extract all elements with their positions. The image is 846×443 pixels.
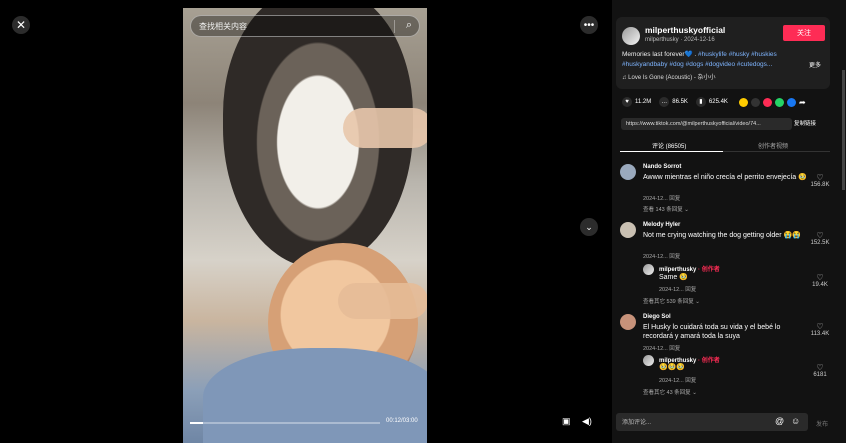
creator-badge: · 创作者	[696, 358, 720, 364]
ellipsis-icon: •••	[583, 19, 595, 31]
video-link[interactable]: https://www.tiktok.com/@milperthuskyoffi…	[621, 118, 792, 130]
emoji-icon[interactable]: ☺	[791, 417, 800, 426]
chevron-down-icon: ⌄	[585, 221, 593, 232]
likes-count: 11.2M	[635, 99, 652, 105]
comment-like[interactable]: ♡ 113.4K	[808, 322, 832, 338]
embed-icon[interactable]	[750, 97, 760, 107]
volume-icon[interactable]: ◀︎)	[582, 416, 594, 428]
search-input[interactable]: 查找相关内容	[199, 21, 247, 32]
avatar[interactable]	[643, 264, 654, 275]
close-icon: ✕	[15, 18, 27, 32]
engagement-stats: ♥ 11.2M … 86.5K ▮ 625.4K ➦	[622, 96, 806, 108]
like-count: 19.4K	[812, 282, 828, 288]
comment-author[interactable]: Nando Sorrot	[643, 164, 681, 170]
heart-icon[interactable]: ♥	[622, 97, 632, 107]
avatar[interactable]	[620, 314, 636, 330]
comment-meta[interactable]: 2024-12... 回复	[643, 344, 680, 352]
reply-text: Same 🥹	[659, 274, 688, 281]
description-text: Memories last forever💙 .	[622, 51, 699, 58]
music-track[interactable]: ♫ Love Is Gone (Acoustic) - 杂小小	[622, 72, 716, 81]
copy-link-button[interactable]: 复制链接	[794, 118, 824, 130]
comment-author[interactable]: Diego Sol	[643, 314, 671, 320]
reply-author[interactable]: milperthusky · 创作者	[659, 264, 720, 273]
tab-creator-videos[interactable]: 创作者视频	[758, 141, 788, 150]
comment-meta[interactable]: 2024-12... 回复	[643, 194, 680, 202]
reply-text: 🥹🥹🥹	[659, 364, 686, 371]
comments-count: 86.5K	[672, 99, 688, 105]
post-button[interactable]: 发布	[816, 419, 828, 428]
creator-badge: · 创作者	[696, 267, 720, 273]
video-description: Memories last forever💙 . #huskylife #hus…	[622, 50, 802, 70]
comment-text: Not me crying watching the dog getting o…	[643, 232, 801, 239]
comment-like[interactable]: ♡ 152.5K	[808, 231, 832, 247]
search-bar[interactable]: 查找相关内容 ⌕	[190, 15, 420, 37]
view-replies[interactable]: 查看其它 539 条回复 ⌄	[643, 297, 700, 305]
comment-author[interactable]: Melody Hyler	[643, 222, 680, 228]
comment-meta[interactable]: 2024-12... 回复	[643, 252, 680, 260]
like-count: 156.8K	[810, 182, 830, 188]
reply-like[interactable]: ♡ 6181	[808, 363, 832, 379]
video-time: 00:12/03:00	[386, 418, 418, 424]
whatsapp-icon[interactable]	[774, 97, 784, 107]
avatar[interactable]	[620, 222, 636, 238]
close-button[interactable]: ✕	[12, 16, 30, 34]
progress-bar[interactable]	[190, 422, 380, 424]
panel-scrollbar[interactable]	[842, 70, 845, 190]
next-video-button[interactable]: ⌄	[580, 218, 598, 236]
avatar[interactable]	[620, 164, 636, 180]
heart-outline-icon: ♡	[816, 173, 824, 182]
comment-input[interactable]: 添加评论...	[622, 417, 651, 426]
follow-button[interactable]: 关注	[783, 25, 825, 41]
tab-comments[interactable]: 评论 (86505)	[652, 141, 686, 150]
more-link[interactable]: 更多	[809, 60, 821, 69]
author-username[interactable]: milperthuskyofficial	[645, 25, 725, 35]
author-meta: milperthusky · 2024-12-16	[645, 37, 715, 43]
share-emoji-icon[interactable]	[738, 97, 748, 107]
reply-like[interactable]: ♡ 19.4K	[808, 273, 832, 289]
comment-like[interactable]: ♡ 156.8K	[808, 173, 832, 189]
bookmark-icon[interactable]: ▮	[695, 97, 706, 107]
search-divider	[394, 20, 395, 33]
saves-count: 625.4K	[708, 99, 728, 105]
like-count: 152.5K	[810, 240, 830, 246]
share-red-icon[interactable]	[762, 97, 772, 107]
view-replies[interactable]: 查看 143 条回复 ⌄	[643, 205, 689, 213]
more-options-button[interactable]: •••	[580, 16, 598, 34]
pip-icon[interactable]: ▣	[562, 416, 574, 428]
hand	[343, 108, 427, 148]
tab-active-indicator	[620, 151, 723, 152]
heart-outline-icon: ♡	[816, 322, 824, 331]
comment-text: Awww mientras el niño crecía el perrito …	[643, 174, 807, 181]
progress-fill	[190, 422, 203, 424]
heart-outline-icon: ♡	[816, 273, 824, 282]
video-player[interactable]	[183, 8, 427, 443]
comment-text: El Husky lo cuidará toda su vida y el be…	[643, 324, 781, 340]
like-count: 6181	[813, 372, 827, 378]
reply-meta[interactable]: 2024-12... 回复	[659, 285, 696, 293]
blanket	[203, 348, 427, 443]
hand	[338, 283, 427, 319]
heart-outline-icon: ♡	[816, 363, 824, 372]
comment-icon[interactable]: …	[659, 97, 670, 107]
facebook-icon[interactable]	[786, 97, 796, 107]
mention-icon[interactable]: @	[775, 417, 784, 426]
search-icon[interactable]: ⌕	[406, 19, 412, 32]
view-replies[interactable]: 查看其它 43 条回复 ⌄	[643, 388, 697, 396]
avatar[interactable]	[643, 355, 654, 366]
share-arrow-icon[interactable]: ➦	[799, 98, 806, 107]
author-avatar[interactable]	[622, 27, 640, 45]
reply-meta[interactable]: 2024-12... 回复	[659, 376, 696, 384]
like-count: 113.4K	[810, 331, 830, 337]
heart-outline-icon: ♡	[816, 231, 824, 240]
